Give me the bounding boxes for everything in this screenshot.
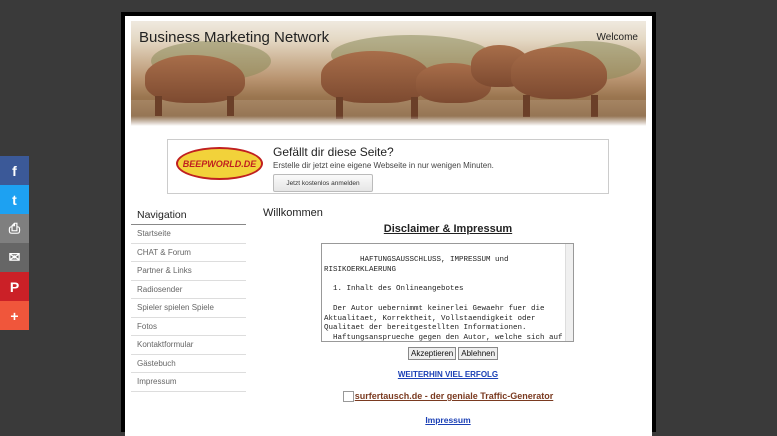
surfertausch-link[interactable]: surfertausch.de - der geniale Traffic-Ge… xyxy=(263,391,633,403)
promo-box: BEEPWORLD.DE Gefällt dir diese Seite? Er… xyxy=(167,139,609,194)
nav-item-fotos[interactable]: Fotos xyxy=(131,318,246,336)
elephant-image xyxy=(321,51,431,103)
nav-item-impressum[interactable]: Impressum xyxy=(131,373,246,392)
broken-image-icon xyxy=(342,391,354,403)
elephant-leg xyxy=(227,96,234,116)
twitter-share-icon[interactable]: t xyxy=(0,185,29,214)
promo-title: Gefällt dir diese Seite? xyxy=(273,145,394,159)
page-title: Willkommen xyxy=(263,207,323,219)
elephant-image xyxy=(511,47,607,99)
nav-item-chat-forum[interactable]: CHAT & Forum xyxy=(131,244,246,262)
navigation-menu: Navigation Startseite CHAT & Forum Partn… xyxy=(131,207,246,392)
disclaimer-heading: Disclaimer & Impressum xyxy=(383,223,513,235)
beepworld-logo[interactable]: BEEPWORLD.DE xyxy=(176,147,263,180)
decline-button[interactable]: Ablehnen xyxy=(458,347,499,360)
more-share-icon[interactable]: + xyxy=(0,301,29,330)
header-banner: Business Marketing Network Welcome xyxy=(131,21,646,126)
email-share-icon[interactable]: ✉ xyxy=(0,243,29,272)
elephant-leg xyxy=(523,95,530,117)
page-frame: Business Marketing Network Welcome BEEPW… xyxy=(121,12,656,436)
facebook-share-icon[interactable]: f xyxy=(0,156,29,185)
print-icon[interactable]: ⎙ xyxy=(0,214,29,243)
textarea-scrollbar[interactable] xyxy=(565,244,573,341)
success-link[interactable]: WEITERHIN VIEL ERFOLG xyxy=(263,370,633,379)
nav-item-radiosender[interactable]: Radiosender xyxy=(131,281,246,299)
nav-item-spieler[interactable]: Spieler spielen Spiele xyxy=(131,299,246,318)
disclaimer-textarea[interactable]: HAFTUNGSAUSSCHLUSS, IMPRESSUM und RISIKO… xyxy=(321,243,574,342)
disclaimer-text: HAFTUNGSAUSSCHLUSS, IMPRESSUM und RISIKO… xyxy=(324,255,563,342)
nav-item-kontaktformular[interactable]: Kontaktformular xyxy=(131,336,246,355)
nav-item-gaestebuch[interactable]: Gästebuch xyxy=(131,355,246,373)
welcome-label: Welcome xyxy=(596,32,639,43)
elephant-leg xyxy=(155,96,162,116)
nav-item-partner-links[interactable]: Partner & Links xyxy=(131,262,246,281)
pinterest-share-icon[interactable]: P xyxy=(0,272,29,301)
accept-button[interactable]: Akzeptieren xyxy=(408,347,457,360)
register-button[interactable]: Jetzt kostenlos anmelden xyxy=(273,174,373,192)
main-content: Willkommen Disclaimer & Impressum HAFTUN… xyxy=(263,207,648,425)
elephant-leg xyxy=(591,95,598,117)
promo-subtitle: Erstelle dir jetzt eine eigene Webseite … xyxy=(273,161,494,170)
impressum-link[interactable]: Impressum xyxy=(263,415,633,425)
social-share-bar: f t ⎙ ✉ P + xyxy=(0,156,29,330)
site-title: Business Marketing Network xyxy=(139,29,330,46)
page-inner: Business Marketing Network Welcome BEEPW… xyxy=(125,16,652,436)
nav-item-startseite[interactable]: Startseite xyxy=(131,225,246,244)
banner-fade xyxy=(131,116,646,126)
surfertausch-link-text: surfertausch.de - der geniale Traffic-Ge… xyxy=(354,391,554,401)
disclaimer-buttons: Akzeptieren Ablehnen xyxy=(408,347,499,360)
navigation-heading: Navigation xyxy=(131,207,246,225)
